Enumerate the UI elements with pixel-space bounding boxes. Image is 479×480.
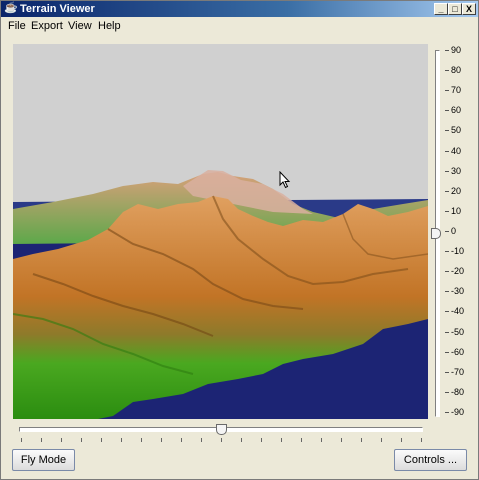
pitch-slider-label: -80 — [451, 386, 465, 397]
fly-mode-button[interactable]: Fly Mode — [12, 449, 75, 471]
pitch-slider-tick — [445, 331, 449, 333]
pitch-slider-label: 60 — [451, 105, 462, 116]
heading-slider-tick — [281, 438, 282, 442]
pitch-slider[interactable]: 90 80 70 60 50 40 30 20 10 0 -10 -20 -30 -40 -50 -60 -70… — [425, 45, 479, 421]
pitch-slider-tick — [445, 170, 449, 172]
pitch-slider-tick — [445, 412, 449, 413]
heading-slider-tick — [381, 438, 382, 442]
menu-help[interactable]: Help — [97, 19, 122, 33]
pitch-slider-label: 10 — [451, 205, 462, 216]
menu-export[interactable]: Export — [30, 19, 64, 33]
pitch-slider-label: -50 — [451, 326, 465, 337]
minimize-button[interactable]: _ — [434, 3, 448, 15]
pitch-slider-tick — [445, 291, 449, 293]
heading-slider-tick — [141, 438, 142, 442]
heading-slider-tick — [261, 438, 262, 442]
pitch-slider-tick — [445, 110, 449, 112]
pitch-slider-tick — [445, 351, 449, 353]
menu-file[interactable]: File — [7, 19, 27, 33]
heading-slider-tick — [21, 438, 22, 442]
heading-slider-tick — [61, 438, 62, 442]
pitch-slider-label: -90 — [451, 407, 465, 417]
heading-slider-tick — [201, 438, 202, 442]
heading-slider-tick — [161, 438, 162, 442]
heading-slider-tick — [321, 438, 322, 442]
pitch-slider-label: -10 — [451, 246, 465, 257]
menu-view[interactable]: View — [67, 19, 93, 33]
heading-slider-tick — [121, 438, 122, 442]
pitch-slider-tick — [445, 150, 449, 152]
heading-slider-tick — [181, 438, 182, 442]
pitch-slider-label: 0 — [451, 226, 457, 236]
heading-slider[interactable] — [13, 424, 428, 446]
pitch-slider-label: -60 — [451, 346, 465, 357]
pitch-slider-label: 30 — [451, 165, 462, 176]
heading-slider-thumb[interactable] — [216, 424, 227, 435]
pitch-slider-tick — [445, 371, 449, 373]
pitch-slider-tick — [445, 130, 449, 132]
mouse-cursor-icon — [279, 171, 291, 189]
pitch-slider-tick — [445, 231, 449, 232]
heading-slider-tick — [41, 438, 42, 442]
pitch-slider-tick — [445, 271, 449, 273]
pitch-slider-label: 20 — [451, 185, 462, 196]
heading-slider-tick — [101, 438, 102, 442]
pitch-slider-label: 40 — [451, 145, 462, 156]
pitch-slider-tick — [445, 251, 449, 253]
pitch-slider-tick — [445, 70, 449, 72]
menu-bar: File Export View Help — [1, 17, 478, 35]
window-title: Terrain Viewer — [20, 3, 95, 15]
close-button[interactable]: X — [462, 3, 476, 15]
pitch-slider-label: 90 — [451, 45, 462, 55]
pitch-slider-label: 80 — [451, 65, 462, 76]
heading-slider-tick — [341, 438, 342, 442]
pitch-slider-tick — [445, 190, 449, 192]
pitch-slider-tick — [445, 210, 449, 212]
pitch-slider-tick — [445, 391, 449, 393]
pitch-slider-tick — [445, 50, 449, 51]
pitch-slider-tick — [445, 90, 449, 92]
pitch-slider-label: 70 — [451, 85, 462, 96]
pitch-slider-label: 50 — [451, 125, 462, 136]
heading-slider-tick — [241, 438, 242, 442]
heading-slider-tick — [81, 438, 82, 442]
heading-slider-tick — [301, 438, 302, 442]
terrain-viewer-window: ☕ Terrain Viewer _ □ X File Export View … — [0, 0, 479, 480]
pitch-slider-label: -30 — [451, 286, 465, 297]
pitch-slider-label: -70 — [451, 366, 465, 377]
maximize-button[interactable]: □ — [448, 3, 462, 15]
pitch-slider-tick — [445, 311, 449, 313]
heading-slider-tick — [361, 438, 362, 442]
terrain-3d-viewport[interactable] — [13, 44, 428, 419]
heading-slider-tick — [421, 438, 422, 442]
pitch-slider-label: -20 — [451, 266, 465, 277]
controls-button[interactable]: Controls ... — [394, 449, 467, 471]
heading-slider-tick — [221, 438, 222, 442]
pitch-slider-label: -40 — [451, 306, 465, 317]
heading-slider-tick — [401, 438, 402, 442]
pitch-slider-thumb[interactable] — [431, 228, 441, 239]
title-bar[interactable]: ☕ Terrain Viewer _ □ X — [1, 1, 478, 17]
java-cup-icon: ☕ — [4, 2, 18, 14]
terrain-render — [13, 44, 428, 419]
